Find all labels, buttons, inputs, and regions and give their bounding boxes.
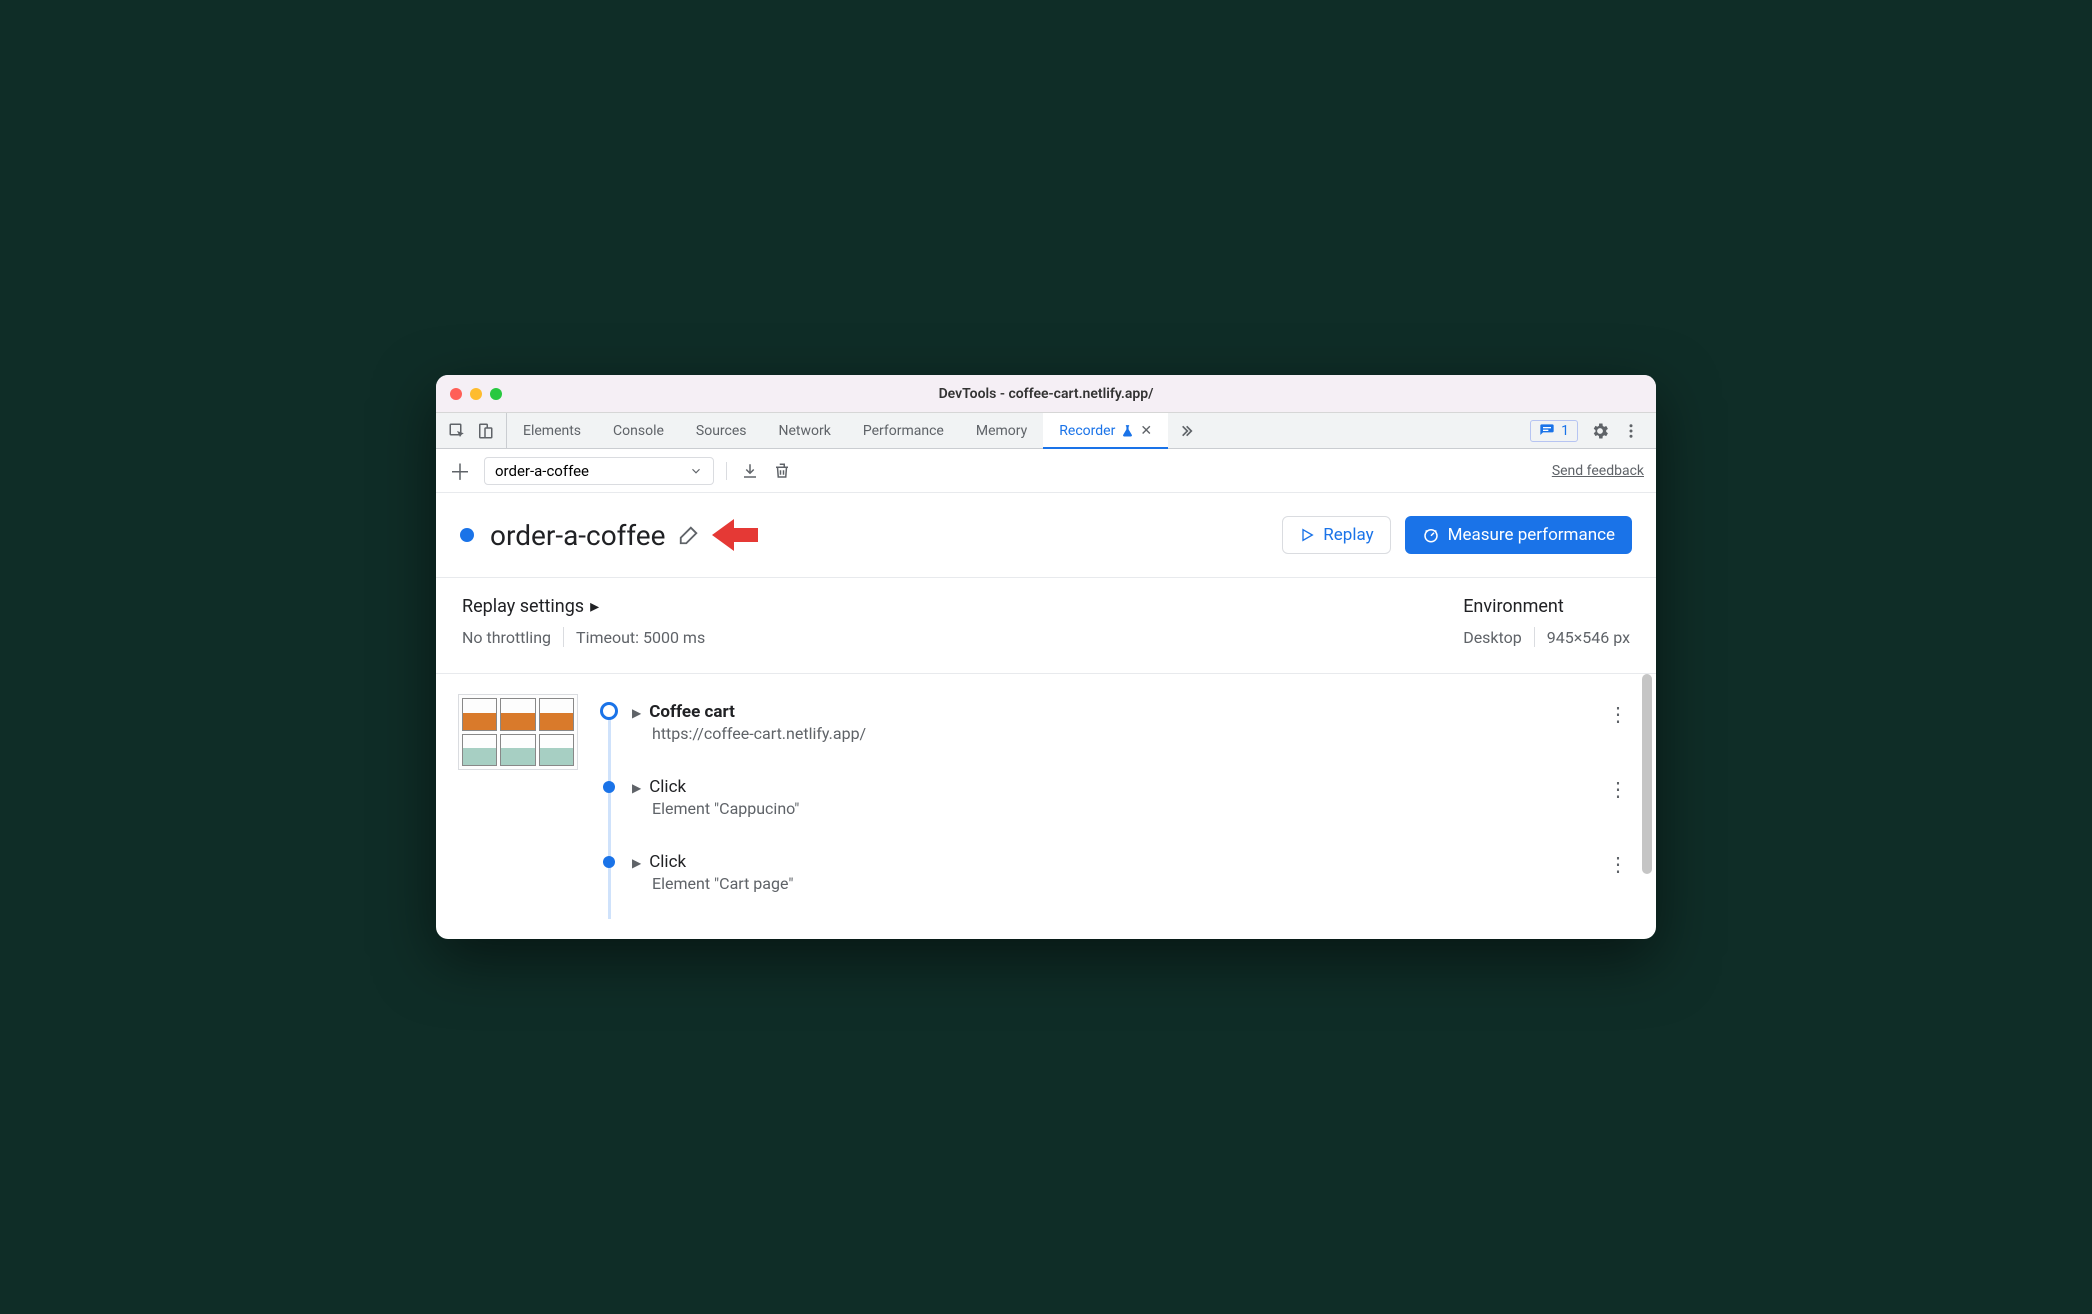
recording-title: order-a-coffee xyxy=(490,519,666,552)
close-tab-icon[interactable]: ✕ xyxy=(1140,423,1152,439)
step-marker xyxy=(603,856,615,868)
caret-right-icon: ▶ xyxy=(632,706,641,720)
recording-dropdown[interactable]: order-a-coffee xyxy=(484,457,714,485)
caret-right-icon: ▸ xyxy=(590,596,599,617)
measure-button-label: Measure performance xyxy=(1448,525,1615,545)
scrollbar[interactable] xyxy=(1642,674,1652,874)
step-item[interactable]: ▶ Click Element "Cart page" ⋮ xyxy=(600,844,1634,919)
step-marker xyxy=(603,781,615,793)
devtools-tabbar: Elements Console Sources Network Perform… xyxy=(436,413,1656,449)
recorder-toolbar: ＋ order-a-coffee Send feedback xyxy=(436,449,1656,493)
inspect-icon[interactable] xyxy=(448,422,466,440)
more-tabs-button[interactable] xyxy=(1168,413,1204,448)
devtools-window: DevTools - coffee-cart.netlify.app/ Elem… xyxy=(436,375,1656,939)
step-subtitle: Element "Cart page" xyxy=(652,874,1602,893)
tab-network[interactable]: Network xyxy=(763,413,847,448)
step-content: ▶ Click Element "Cart page" xyxy=(632,852,1602,893)
tab-label: Performance xyxy=(863,423,944,439)
divider xyxy=(563,627,564,647)
env-device: Desktop xyxy=(1463,628,1522,647)
environment-settings: Environment Desktop 945×546 px xyxy=(1463,596,1630,647)
recording-dropdown-label: order-a-coffee xyxy=(495,462,589,480)
settings-gear-icon[interactable] xyxy=(1590,421,1610,441)
tabbar-right: 1 xyxy=(1530,413,1648,448)
tab-label: Elements xyxy=(523,423,581,439)
settings-row: Replay settings ▸ No throttling Timeout:… xyxy=(436,578,1656,674)
step-item[interactable]: ▶ Click Element "Cappucino" ⋮ xyxy=(600,769,1634,844)
panel-tabs: Elements Console Sources Network Perform… xyxy=(507,413,1168,448)
step-content: ▶ Coffee cart https://coffee-cart.netlify… xyxy=(632,702,1602,743)
step-menu-icon[interactable]: ⋮ xyxy=(1602,852,1634,876)
step-title: Click xyxy=(649,852,686,872)
tab-label: Memory xyxy=(976,423,1027,439)
timeout-value: Timeout: 5000 ms xyxy=(576,628,705,647)
replay-button-label: Replay xyxy=(1323,525,1373,545)
step-subtitle: https://coffee-cart.netlify.app/ xyxy=(652,724,1602,743)
throttling-value: No throttling xyxy=(462,628,551,647)
new-recording-button[interactable]: ＋ xyxy=(448,455,472,487)
tab-performance[interactable]: Performance xyxy=(847,413,960,448)
step-title: Click xyxy=(649,777,686,797)
send-feedback-link[interactable]: Send feedback xyxy=(1552,463,1644,479)
tab-label: Sources xyxy=(696,423,747,439)
replay-settings-label: Replay settings xyxy=(462,596,584,617)
window-title: DevTools - coffee-cart.netlify.app/ xyxy=(436,386,1656,402)
step-menu-icon[interactable]: ⋮ xyxy=(1602,702,1634,726)
traffic-lights xyxy=(450,388,502,400)
close-window-button[interactable] xyxy=(450,388,462,400)
flask-icon xyxy=(1121,424,1134,437)
environment-title: Environment xyxy=(1463,596,1630,617)
export-icon[interactable] xyxy=(741,462,759,480)
steps-area: ▶ Coffee cart https://coffee-cart.netlify… xyxy=(436,674,1656,939)
measure-performance-button[interactable]: Measure performance xyxy=(1405,516,1632,554)
tab-label: Network xyxy=(779,423,831,439)
kebab-menu-icon[interactable] xyxy=(1622,422,1640,440)
replay-settings-values: No throttling Timeout: 5000 ms xyxy=(462,627,705,647)
recording-header: order-a-coffee Replay Measure performanc… xyxy=(436,493,1656,578)
env-viewport: 945×546 px xyxy=(1547,628,1630,647)
minimize-window-button[interactable] xyxy=(470,388,482,400)
environment-values: Desktop 945×546 px xyxy=(1463,627,1630,647)
zoom-window-button[interactable] xyxy=(490,388,502,400)
replay-button[interactable]: Replay xyxy=(1282,516,1390,554)
delete-icon[interactable] xyxy=(773,462,791,480)
tab-label: Console xyxy=(613,423,664,439)
tab-sources[interactable]: Sources xyxy=(680,413,763,448)
issues-count: 1 xyxy=(1561,423,1569,439)
device-toggle-icon[interactable] xyxy=(476,422,494,440)
step-item[interactable]: ▶ Coffee cart https://coffee-cart.netlify… xyxy=(600,694,1634,769)
step-thumbnail xyxy=(458,694,578,770)
titlebar: DevTools - coffee-cart.netlify.app/ xyxy=(436,375,1656,413)
replay-settings-toggle[interactable]: Replay settings ▸ xyxy=(462,596,705,617)
edit-title-icon[interactable] xyxy=(678,524,700,546)
tab-label: Recorder xyxy=(1059,423,1115,439)
recorder-toolbar-actions xyxy=(726,462,791,480)
recording-status-dot xyxy=(460,528,474,542)
header-actions: Replay Measure performance xyxy=(1282,516,1632,554)
replay-settings: Replay settings ▸ No throttling Timeout:… xyxy=(462,596,705,647)
tab-recorder[interactable]: Recorder ✕ xyxy=(1043,413,1168,448)
tab-elements[interactable]: Elements xyxy=(507,413,597,448)
issues-badge[interactable]: 1 xyxy=(1530,420,1578,442)
caret-right-icon: ▶ xyxy=(632,781,641,795)
step-subtitle: Element "Cappucino" xyxy=(652,799,1602,818)
step-title: Coffee cart xyxy=(649,702,735,722)
inspect-tools xyxy=(444,413,507,448)
step-marker xyxy=(600,702,618,720)
chevron-down-icon xyxy=(689,464,703,478)
tab-console[interactable]: Console xyxy=(597,413,680,448)
tab-memory[interactable]: Memory xyxy=(960,413,1043,448)
step-content: ▶ Click Element "Cappucino" xyxy=(632,777,1602,818)
divider xyxy=(1534,627,1535,647)
caret-right-icon: ▶ xyxy=(632,856,641,870)
annotation-arrow-icon xyxy=(710,515,760,555)
step-menu-icon[interactable]: ⋮ xyxy=(1602,777,1634,801)
steps-timeline: ▶ Coffee cart https://coffee-cart.netlify… xyxy=(600,694,1634,919)
